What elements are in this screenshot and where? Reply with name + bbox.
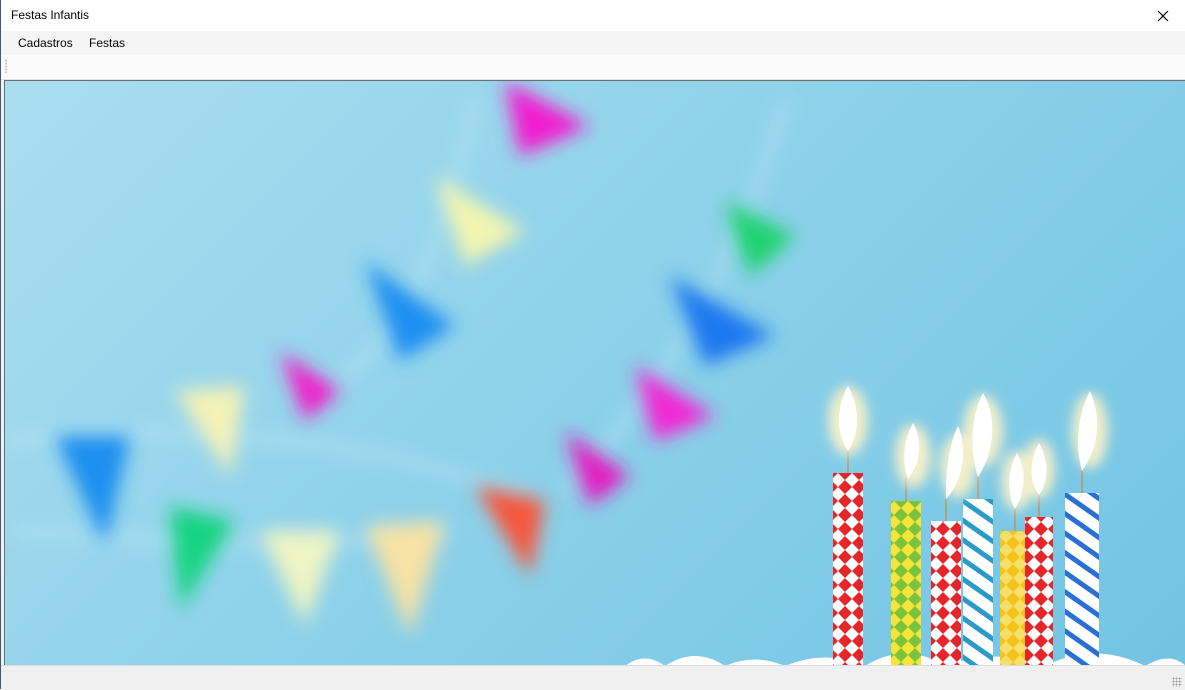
toolbar: [1, 55, 1185, 80]
birthday-illustration: [5, 81, 1185, 665]
close-icon: [1157, 10, 1169, 21]
title-bar[interactable]: Festas Infantis: [1, 0, 1185, 31]
resize-grip-icon[interactable]: [1172, 677, 1182, 687]
window-title: Festas Infantis: [11, 8, 90, 22]
background-image: [4, 80, 1185, 665]
main-window: Festas Infantis Cadastros Festas: [0, 0, 1185, 690]
menu-bar: Cadastros Festas: [1, 31, 1185, 55]
menu-cadastros[interactable]: Cadastros: [18, 36, 73, 50]
menu-festas[interactable]: Festas: [89, 36, 125, 50]
status-bar: [1, 665, 1185, 690]
grip-icon[interactable]: [5, 59, 7, 73]
close-button[interactable]: [1141, 0, 1185, 31]
